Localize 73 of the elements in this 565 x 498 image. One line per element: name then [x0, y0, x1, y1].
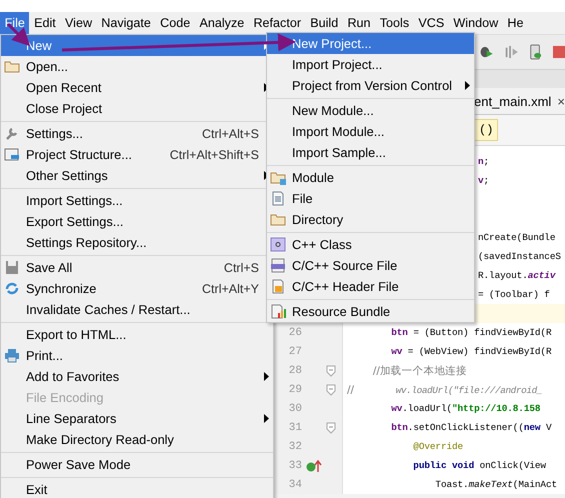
code-line: //加载一个本地连接 [372, 364, 467, 378]
menu-item[interactable]: Line Separators [1, 408, 273, 429]
menu-title[interactable]: Navigate [96, 12, 156, 34]
override-marker-icon[interactable] [306, 458, 322, 472]
stop-icon[interactable] [552, 45, 565, 59]
line-number: 31 [288, 422, 302, 434]
breadcrumb[interactable]: () [474, 119, 498, 141]
menu-title[interactable]: Refactor [248, 12, 306, 34]
menu-item[interactable]: Add to Favorites [1, 366, 273, 387]
code-line: = (Toolbar) f [477, 289, 550, 300]
menu-item[interactable]: Power Save Mode [1, 454, 273, 475]
source-file-icon [270, 258, 286, 273]
code-line: v; [477, 175, 490, 186]
code-line: Toast.makeText(MainAct [434, 479, 558, 490]
code-line: nCreate(Bundle [477, 232, 556, 243]
code-line: (savedInstanceS [477, 251, 561, 262]
line-number: 34 [288, 478, 302, 490]
menu-item[interactable]: Resource Bundle [267, 301, 474, 322]
menu-item[interactable]: New Project... [267, 33, 474, 54]
menu-title[interactable]: Window [448, 12, 503, 34]
menu-title[interactable]: View [60, 12, 97, 34]
menu-item[interactable]: Exit [1, 479, 273, 498]
fold-icon[interactable] [326, 364, 336, 376]
menu-item[interactable]: File [267, 188, 474, 209]
menu-item[interactable]: Print... [1, 345, 273, 366]
code-line: public void onClick(View [412, 460, 546, 471]
line-number: 30 [288, 402, 302, 414]
menu-title[interactable]: Tools [375, 12, 414, 34]
fold-icon[interactable] [326, 422, 336, 434]
menu-title[interactable]: He [502, 12, 528, 34]
code-line: n; [477, 156, 490, 167]
folder-icon [4, 59, 20, 74]
folder-icon [270, 212, 286, 227]
code-line: wv.loadUrl("http://10.8.158 [390, 403, 540, 414]
code-line: wv = (WebView) findViewById(R [390, 346, 552, 357]
menu-title[interactable]: Run [342, 12, 376, 34]
close-icon[interactable]: × [557, 94, 565, 108]
bars-icon[interactable] [504, 43, 520, 61]
file-icon [270, 191, 286, 206]
menu-title[interactable]: VCS [414, 12, 449, 34]
menu-item[interactable]: Make Directory Read-only [1, 429, 273, 450]
menu-title[interactable]: Analyze [194, 12, 249, 34]
menu-item[interactable]: Directory [267, 209, 474, 230]
code-line: btn = (Button) findViewById(R [390, 327, 552, 338]
header-file-icon [270, 279, 286, 294]
wrench-icon [4, 126, 20, 141]
menu-title[interactable]: Code [156, 12, 195, 34]
menu-item[interactable]: Module [267, 167, 474, 188]
menu-item[interactable]: New Module... [267, 100, 474, 121]
save-icon [4, 260, 20, 275]
menu-item[interactable]: Project from Version Control [267, 75, 474, 96]
module-folder-icon [270, 170, 286, 185]
line-number: 26 [288, 326, 302, 338]
fold-icon[interactable] [326, 384, 336, 396]
line-number: 29 [288, 384, 302, 396]
synchronize-icon [4, 281, 20, 296]
line-number: 27 [288, 346, 302, 358]
menu-item[interactable]: C++ Class [267, 234, 474, 255]
code-line: btn.setOnClickListener((new V [390, 422, 552, 433]
menu-item[interactable]: Export to HTML... [1, 324, 273, 345]
code-line: R.layout.activ [477, 270, 556, 281]
menu-title[interactable]: Build [306, 12, 343, 34]
class-icon [270, 237, 286, 252]
code-line: // wv.loadUrl("file:///android_ [346, 384, 542, 396]
print-icon [4, 348, 20, 363]
project-structure-icon [4, 147, 20, 162]
code-line: @Override [412, 441, 464, 452]
line-number: 28 [288, 364, 302, 376]
resource-bundle-icon [270, 304, 286, 319]
menu-title[interactable]: Edit [29, 12, 60, 34]
line-number: 32 [288, 440, 302, 452]
phone-icon[interactable] [529, 43, 543, 61]
line-number: 33 [288, 460, 302, 472]
